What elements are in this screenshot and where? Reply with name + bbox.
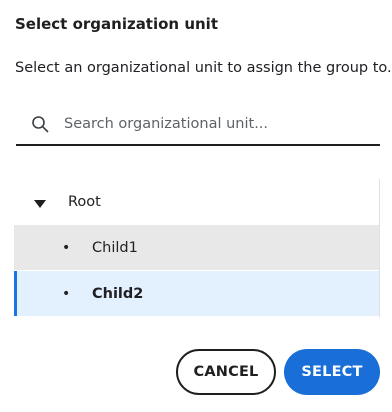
dialog-title: Select organization unit [15, 15, 218, 33]
tree-node-label: Child2 [92, 285, 144, 302]
bullet-icon: • [62, 239, 71, 256]
search-field[interactable] [16, 104, 380, 146]
org-unit-tree: Root • Child1 • Child2 [14, 179, 380, 317]
bullet-icon: • [62, 285, 71, 302]
tree-node-child2[interactable]: • Child2 [14, 271, 380, 316]
dialog-description: Select an organizational unit to assign … [15, 60, 392, 76]
search-input[interactable] [64, 116, 364, 132]
tree-node-label: Child1 [92, 239, 138, 256]
select-button[interactable]: SELECT [284, 349, 380, 395]
tree-node-root[interactable]: Root [14, 179, 380, 224]
caret-down-icon[interactable] [34, 197, 46, 208]
search-icon [16, 104, 64, 144]
tree-scrollbar-track [379, 179, 380, 317]
cancel-button[interactable]: CANCEL [176, 349, 276, 395]
tree-node-child1[interactable]: • Child1 [14, 225, 380, 270]
tree-node-label: Root [68, 193, 101, 210]
